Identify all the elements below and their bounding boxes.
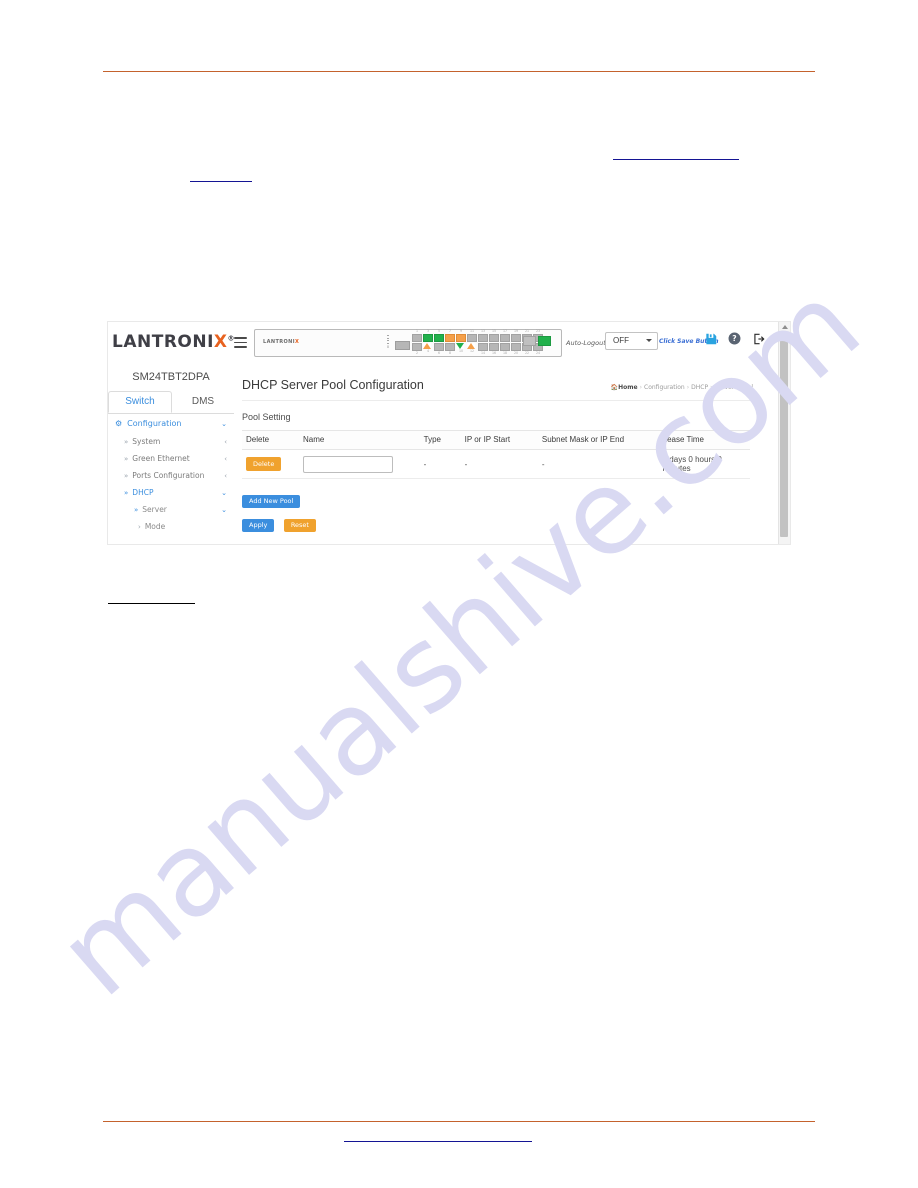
breadcrumb-item-home[interactable]: Home <box>618 384 637 391</box>
chevron-right-icon: » <box>134 505 139 514</box>
breadcrumb-item-configuration[interactable]: Configuration <box>644 384 685 391</box>
sidebar-item-server[interactable]: » Server ⌄ <box>108 501 234 518</box>
sidebar-item-configuration[interactable]: ⚙ Configuration ⌄ <box>108 414 234 433</box>
logo-text: LANTRONI <box>112 332 214 352</box>
sidebar-item-mode[interactable]: › Mode <box>108 518 234 535</box>
chevron-down-icon: ⌄ <box>221 505 227 514</box>
tab-dms[interactable]: DMS <box>172 391 234 413</box>
cell-lease-time: 1 days 0 hours 0 minutes <box>662 449 750 479</box>
column-header-subnet-mask: Subnet Mask or IP End <box>541 430 663 450</box>
sidebar-item-label: DHCP <box>132 488 154 497</box>
table-row: Delete - - - 1 days 0 hours 0 minutes <box>242 449 750 479</box>
column-header-name: Name <box>303 430 424 450</box>
sidebar-item-dhcp[interactable]: » DHCP ⌄ <box>108 484 234 501</box>
delete-button[interactable]: Delete <box>246 457 282 471</box>
main-content: DHCP Server Pool Configuration 🏠Home › Con… <box>234 362 779 544</box>
app-screenshot-frame: LANTRONIX® LANTRONIX 0 12 34 56 78 9 10 1… <box>108 322 790 544</box>
vertical-scrollbar[interactable] <box>778 322 790 544</box>
pool-table: Delete Name Type IP or IP Start Subnet M… <box>242 430 750 479</box>
hamburger-menu-icon[interactable] <box>234 337 247 348</box>
page-bottom-rule <box>103 1121 815 1122</box>
chevron-left-icon: ‹ <box>224 437 227 446</box>
device-logo: LANTRONIX <box>263 339 299 345</box>
reset-button[interactable]: Reset <box>283 518 316 532</box>
column-header-type: Type <box>423 430 465 450</box>
column-header-ip-start: IP or IP Start <box>464 430 542 450</box>
sidebar: SM24TBT2DPA Switch DMS ⚙ Configuration ⌄… <box>108 362 235 544</box>
breadcrumb-separator: › <box>710 384 713 391</box>
auto-logout-select[interactable]: OFF <box>605 332 658 350</box>
chevron-right-icon: » <box>124 488 129 497</box>
device-sfp-port-active <box>538 336 551 347</box>
sidebar-item-label: Green Ethernet <box>132 454 190 463</box>
app-topbar: LANTRONIX® LANTRONIX 0 12 34 56 78 9 10 1… <box>108 322 790 363</box>
link-underline-mid-left[interactable] <box>190 181 252 182</box>
chevron-right-icon: › <box>138 522 141 531</box>
svg-text:?: ? <box>732 334 736 343</box>
cell-subnet-mask: - <box>541 449 663 479</box>
content-divider <box>242 400 750 401</box>
auto-logout-label: Auto-Logout <box>566 339 606 347</box>
add-pool-row: Add New Pool <box>242 490 301 508</box>
cell-type: - <box>423 449 465 479</box>
breadcrumb: 🏠Home › Configuration › DHCP › Server › Pool <box>611 384 753 391</box>
device-logo-text: LANTRONI <box>263 339 295 345</box>
sidebar-item-green-ethernet[interactable]: » Green Ethernet ‹ <box>108 450 234 467</box>
add-new-pool-button[interactable]: Add New Pool <box>242 494 301 508</box>
switch-device-graphic: LANTRONIX 0 12 34 56 78 9 10 11 12 13 14 15… <box>254 329 562 357</box>
device-sfp-left <box>395 341 410 350</box>
device-status-dots: 0 <box>385 334 391 352</box>
page-top-rule <box>103 71 815 72</box>
chevron-right-icon: » <box>124 471 129 480</box>
chevron-down-icon: ⌄ <box>221 488 227 497</box>
device-sfp-group <box>523 333 551 347</box>
scroll-up-arrow-icon[interactable] <box>782 325 788 329</box>
chevron-left-icon: ‹ <box>224 454 227 463</box>
gear-icon: ⚙ <box>115 419 123 428</box>
logo-accent-x: X <box>213 332 228 352</box>
sidebar-item-label: System <box>132 437 161 446</box>
lantronix-logo: LANTRONIX® <box>112 332 236 352</box>
cell-ip-start: - <box>464 449 542 479</box>
chevron-right-icon: » <box>124 437 129 446</box>
sidebar-item-system[interactable]: » System ‹ <box>108 433 234 450</box>
sidebar-tabs: Switch DMS <box>108 391 234 414</box>
breadcrumb-item-pool[interactable]: Pool <box>741 384 753 391</box>
chevron-right-icon: » <box>124 454 129 463</box>
help-question-icon[interactable]: ? <box>728 332 741 350</box>
chevron-left-icon: ‹ <box>224 471 227 480</box>
sidebar-item-label: Ports Configuration <box>132 471 205 480</box>
chevron-down-icon: ⌄ <box>221 419 227 428</box>
sidebar-item-ports-configuration[interactable]: » Ports Configuration ‹ <box>108 467 234 484</box>
save-floppy-icon[interactable] <box>704 332 718 351</box>
apply-button[interactable]: Apply <box>242 518 275 532</box>
action-button-row: Apply Reset <box>242 514 316 532</box>
breadcrumb-item-dhcp[interactable]: DHCP <box>691 384 708 391</box>
sidebar-item-label: Server <box>142 505 167 514</box>
device-model-label: SM24TBT2DPA <box>132 371 210 383</box>
pool-name-input[interactable] <box>303 455 394 473</box>
column-header-delete: Delete <box>242 430 304 450</box>
breadcrumb-separator: › <box>686 384 690 391</box>
link-underline-bottom-center[interactable] <box>344 1141 532 1142</box>
sidebar-item-label: Mode <box>144 522 166 531</box>
tab-switch[interactable]: Switch <box>108 391 172 413</box>
device-sfp-port <box>523 336 536 347</box>
page-title: DHCP Server Pool Configuration <box>242 378 424 392</box>
breadcrumb-separator: › <box>736 384 739 391</box>
logout-icon[interactable] <box>752 332 766 351</box>
sidebar-item-label: Configuration <box>127 419 182 428</box>
caption-rule <box>108 603 195 604</box>
chevron-down-icon <box>646 339 652 342</box>
column-header-lease-time: Lease Time <box>662 430 750 450</box>
breadcrumb-item-server[interactable]: Server <box>714 384 734 391</box>
auto-logout-value: OFF <box>613 336 629 345</box>
breadcrumb-separator: › <box>639 384 643 391</box>
section-title: Pool Setting <box>242 412 291 422</box>
link-underline-top-right[interactable] <box>613 159 739 160</box>
scrollbar-thumb[interactable] <box>780 332 788 537</box>
device-indicator-zero: 0 <box>386 344 390 350</box>
device-logo-accent: X <box>295 339 300 345</box>
table-header-row: Delete Name Type IP or IP Start Subnet M… <box>242 430 750 450</box>
